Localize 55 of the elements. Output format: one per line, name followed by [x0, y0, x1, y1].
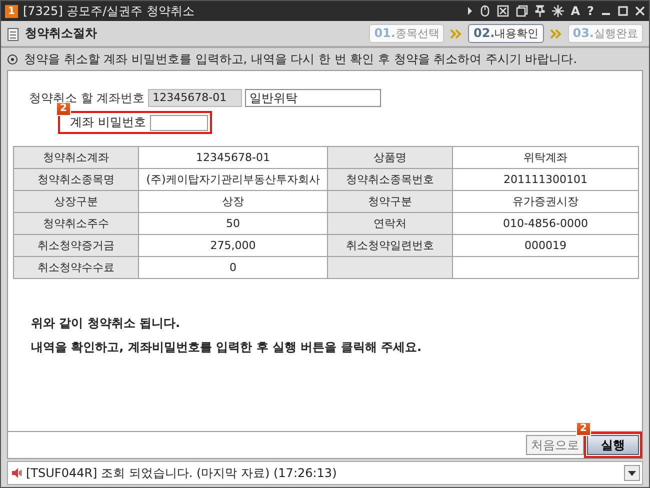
clipboard-icon: [7, 26, 19, 40]
table-cell: 위탁계좌: [452, 146, 638, 168]
row-label: 청약취소종목번호: [328, 168, 452, 190]
table-cell: 000019: [452, 234, 638, 256]
close-icon[interactable]: [635, 6, 645, 16]
password-field[interactable]: [150, 114, 208, 130]
account-type-field: 일반위탁: [244, 89, 381, 107]
status-message: [TSUF044R] 조회 되었습니다. (마지막 자료) (17:26:13): [26, 464, 337, 482]
instruction-text: 위와 같이 청약취소 됩니다.: [31, 315, 182, 332]
speaker-icon: [12, 468, 22, 478]
row-label: 연락처: [328, 212, 452, 234]
windows-icon[interactable]: [516, 5, 528, 17]
execute-button[interactable]: 실행: [587, 435, 639, 455]
row-label: 청약취소계좌: [14, 146, 138, 168]
notice-text: 청약을 취소할 계좌 비밀번호를 입력하고, 내역을 다시 한 번 확인 후 청약을 취소하여 주시기 바랍니다.: [24, 50, 578, 68]
play-icon[interactable]: [466, 7, 473, 15]
help-button[interactable]: ?: [587, 4, 594, 18]
row-label: 취소청약일련번호: [328, 234, 452, 256]
pin-icon[interactable]: [534, 5, 545, 17]
row-label: 청약취소종목명: [14, 168, 138, 190]
window-title: [7325] 공모주/실권주 청약취소: [22, 2, 195, 20]
row-label: 상품명: [328, 146, 452, 168]
window-number: 1: [5, 4, 18, 18]
reset-button[interactable]: 처음으로: [526, 435, 584, 455]
double-chevron-icon: [550, 28, 562, 38]
row-label: 청약취소주수: [14, 212, 138, 234]
table-cell: 0: [138, 256, 328, 278]
maximize-icon[interactable]: [618, 6, 628, 16]
table-cell: 12345678-01: [138, 146, 328, 168]
row-label: 상장구분: [14, 190, 138, 212]
table-cell: (주)케이탑자기관리부동산투자회사: [138, 168, 328, 190]
caret-icon: [628, 470, 636, 476]
table-cell: 유가증권시장: [452, 190, 638, 212]
field-label: 청약취소 할 계좌번호: [29, 90, 145, 104]
account-number-field: 12345678-01: [148, 89, 242, 107]
row-label: 취소청약증거금: [14, 234, 138, 256]
double-chevron-icon: [450, 28, 462, 38]
dropdown-button[interactable]: [624, 465, 640, 481]
snowflake-icon[interactable]: [552, 5, 564, 17]
field-label: 계좌 비밀번호: [70, 114, 146, 131]
step-badge: 2: [576, 422, 591, 436]
step-badge: 2: [56, 102, 71, 116]
close-box-icon[interactable]: [496, 5, 509, 17]
table-cell: 상장: [138, 190, 328, 212]
table-cell: 201111300101: [452, 168, 638, 190]
row-label: 청약구분: [328, 190, 452, 212]
table-cell: 275,000: [138, 234, 328, 256]
table-cell: 010-4856-0000: [452, 212, 638, 234]
bullet-icon: [7, 54, 18, 64]
instruction-text: 내역을 확인하고, 계좌비밀번호를 입력한 후 실행 버튼을 클릭해 주세요.: [31, 339, 423, 356]
table-cell: 50: [138, 212, 328, 234]
font-button[interactable]: A: [570, 4, 580, 18]
section-title: 청약취소절차: [25, 25, 97, 42]
mouse-icon[interactable]: [480, 5, 490, 17]
row-label: 취소청약수수료: [14, 256, 138, 278]
